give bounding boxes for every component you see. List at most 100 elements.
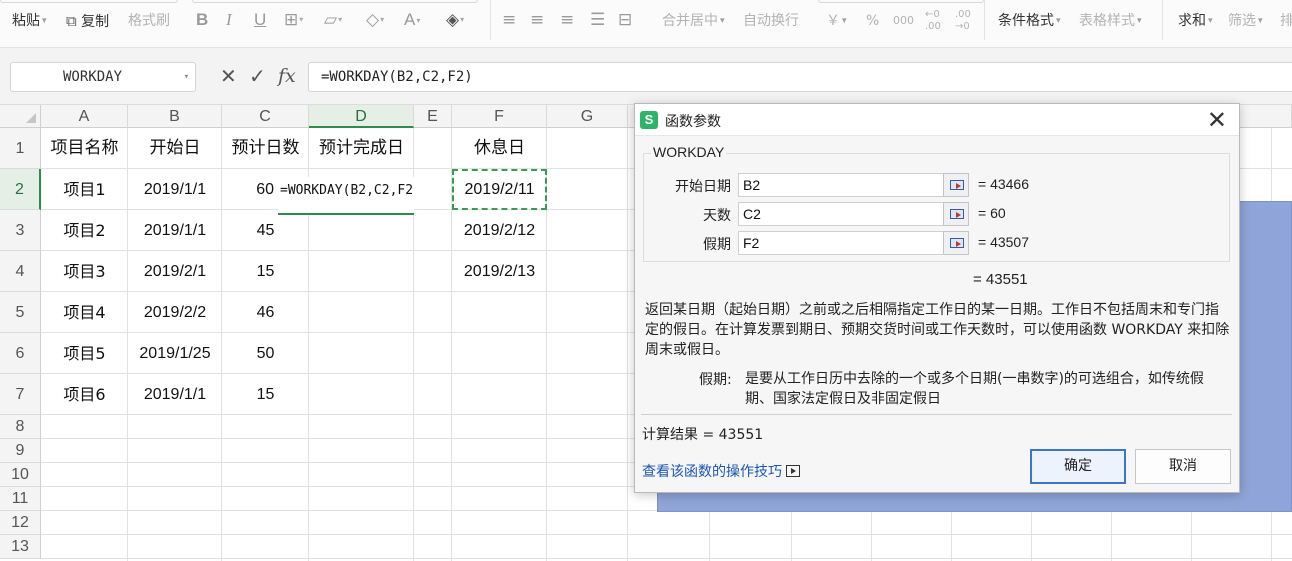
- row-header-8[interactable]: 8: [0, 415, 41, 439]
- decimal-increase-button[interactable]: ←0 .00: [925, 9, 941, 35]
- header-cell[interactable]: 项目名称: [41, 128, 128, 169]
- table-cell[interactable]: 项目5: [41, 333, 128, 374]
- eraser-icon[interactable]: ◈▾: [446, 8, 464, 32]
- range-picker-icon[interactable]: [943, 173, 969, 197]
- justify-icon[interactable]: ☰: [590, 8, 605, 32]
- header-cell[interactable]: 休息日: [452, 128, 547, 169]
- row-header-9[interactable]: 9: [0, 439, 41, 463]
- align-left-icon[interactable]: ≡: [502, 8, 516, 32]
- sort-button[interactable]: 排: [1280, 8, 1292, 34]
- argument-description: 是要从工作日历中去除的一个或多个日期(一串数字)的可选组合，如传统假期、国家法定…: [745, 371, 1204, 407]
- column-header-a[interactable]: A: [41, 105, 128, 128]
- header-cell[interactable]: 开始日: [128, 128, 222, 169]
- italic-icon[interactable]: I: [226, 8, 232, 32]
- row-header-11[interactable]: 11: [0, 487, 41, 511]
- row-header-6[interactable]: 6: [0, 333, 41, 374]
- table-cell[interactable]: 项目3: [41, 251, 128, 292]
- cancel-button[interactable]: 取消: [1135, 449, 1231, 484]
- align-right-icon[interactable]: ≡: [560, 8, 574, 32]
- range-picker-icon[interactable]: [943, 202, 969, 226]
- table-cell[interactable]: 项目1: [41, 169, 128, 210]
- copy-button[interactable]: ⧉ 复制: [66, 8, 109, 34]
- column-header-c[interactable]: C: [222, 105, 309, 128]
- wps-logo-icon: S: [640, 111, 658, 129]
- table-cell[interactable]: 45: [222, 210, 309, 251]
- table-cell[interactable]: 2019/1/1: [128, 210, 222, 251]
- function-name: WORKDAY: [651, 144, 727, 160]
- sum-button[interactable]: 求和 ▾: [1178, 8, 1213, 34]
- table-cell[interactable]: 50: [222, 333, 309, 374]
- header-cell[interactable]: 预计日数: [222, 128, 309, 169]
- table-cell[interactable]: 项目2: [41, 210, 128, 251]
- table-cell[interactable]: 项目4: [41, 292, 128, 333]
- close-icon[interactable]: ✕: [1207, 106, 1227, 134]
- distribute-icon[interactable]: ⊟: [618, 8, 632, 32]
- filter-button[interactable]: 筛选 ▾: [1228, 8, 1263, 34]
- range-picker-icon[interactable]: [943, 231, 969, 255]
- dialog-titlebar[interactable]: S 函数参数 ✕: [635, 104, 1239, 136]
- fill-color-icon[interactable]: ◇▾: [366, 8, 384, 32]
- table-cell[interactable]: 2019/2/1: [128, 251, 222, 292]
- cancel-formula-button[interactable]: ✕: [220, 64, 237, 88]
- table-cell[interactable]: 2019/2/13: [452, 251, 547, 292]
- cell-editor[interactable]: =WORKDAY(B2,C2,F2): [278, 177, 414, 215]
- formula-input[interactable]: =WORKDAY(B2,C2,F2): [308, 62, 1292, 92]
- column-header-f[interactable]: F: [452, 105, 547, 128]
- row-header-2[interactable]: 2: [0, 169, 41, 210]
- format-painter-button[interactable]: 格式刷: [128, 8, 170, 34]
- underline-icon[interactable]: U: [254, 8, 266, 32]
- table-cell[interactable]: 2019/1/1: [128, 374, 222, 415]
- function-arguments-dialog: S 函数参数 ✕ WORKDAY 开始日期 B2 = 43466 天数 C2 =…: [634, 103, 1240, 493]
- conditional-format-button[interactable]: 条件格式 ▾: [998, 8, 1061, 34]
- column-header-d[interactable]: D: [309, 105, 414, 128]
- paste-button[interactable]: 粘贴 ▾: [12, 8, 47, 34]
- border-icon[interactable]: ⊞▾: [284, 8, 303, 32]
- column-header-e[interactable]: E: [414, 105, 452, 128]
- row-header-12[interactable]: 12: [0, 511, 41, 535]
- chevron-down-icon[interactable]: ▾: [184, 63, 189, 91]
- arg-input-days[interactable]: C2: [738, 202, 944, 226]
- wrap-text-button[interactable]: 自动换行: [743, 8, 799, 34]
- gridline-horizontal: [41, 558, 1292, 559]
- table-cell[interactable]: 60: [222, 169, 278, 210]
- fill-style-icon[interactable]: ▱▾: [324, 8, 342, 32]
- formula-bar: WORKDAY ▾ ✕ ✓ fx =WORKDAY(B2,C2,F2): [0, 48, 1292, 105]
- table-cell[interactable]: 2019/1/1: [128, 169, 222, 210]
- thousands-button[interactable]: 000: [893, 8, 914, 34]
- table-cell[interactable]: 15: [222, 251, 309, 292]
- table-style-button[interactable]: 表格样式 ▾: [1079, 8, 1142, 34]
- align-center-icon[interactable]: ≡: [530, 8, 544, 32]
- bold-icon[interactable]: B: [196, 8, 208, 32]
- header-cell[interactable]: 预计完成日: [309, 128, 414, 169]
- function-tips-link[interactable]: 查看该函数的操作技巧: [642, 461, 800, 481]
- arg-input-holidays[interactable]: F2: [738, 231, 944, 255]
- table-cell[interactable]: 2019/2/12: [452, 210, 547, 251]
- row-header-10[interactable]: 10: [0, 463, 41, 487]
- column-header-g[interactable]: G: [547, 105, 628, 128]
- decimal-decrease-button[interactable]: .00 →0: [955, 9, 971, 35]
- column-header-b[interactable]: B: [128, 105, 222, 128]
- table-cell[interactable]: 2019/1/25: [128, 333, 222, 374]
- row-header-4[interactable]: 4: [0, 251, 41, 292]
- row-header-3[interactable]: 3: [0, 210, 41, 251]
- table-cell[interactable]: 2019/2/2: [128, 292, 222, 333]
- row-header-13[interactable]: 13: [0, 535, 41, 559]
- currency-button[interactable]: ￥ ▾: [826, 8, 847, 34]
- dialog-title: 函数参数: [665, 114, 721, 130]
- table-cell[interactable]: 15: [222, 374, 309, 415]
- calculation-result: 计算结果 = 43551: [642, 427, 764, 443]
- arg-input-start-date[interactable]: B2: [738, 173, 944, 197]
- select-all-corner[interactable]: [0, 105, 41, 128]
- row-header-1[interactable]: 1: [0, 128, 41, 169]
- merge-center-button[interactable]: 合并居中 ▾: [662, 8, 725, 34]
- row-header-7[interactable]: 7: [0, 374, 41, 415]
- table-cell[interactable]: 46: [222, 292, 309, 333]
- font-color-icon[interactable]: A▾: [404, 8, 420, 32]
- insert-function-button[interactable]: fx: [278, 64, 296, 88]
- ok-button[interactable]: 确定: [1030, 449, 1126, 484]
- percent-button[interactable]: %: [866, 8, 879, 34]
- name-box[interactable]: WORKDAY ▾: [10, 62, 196, 92]
- table-cell[interactable]: 项目6: [41, 374, 128, 415]
- row-header-5[interactable]: 5: [0, 292, 41, 333]
- confirm-formula-button[interactable]: ✓: [249, 64, 266, 88]
